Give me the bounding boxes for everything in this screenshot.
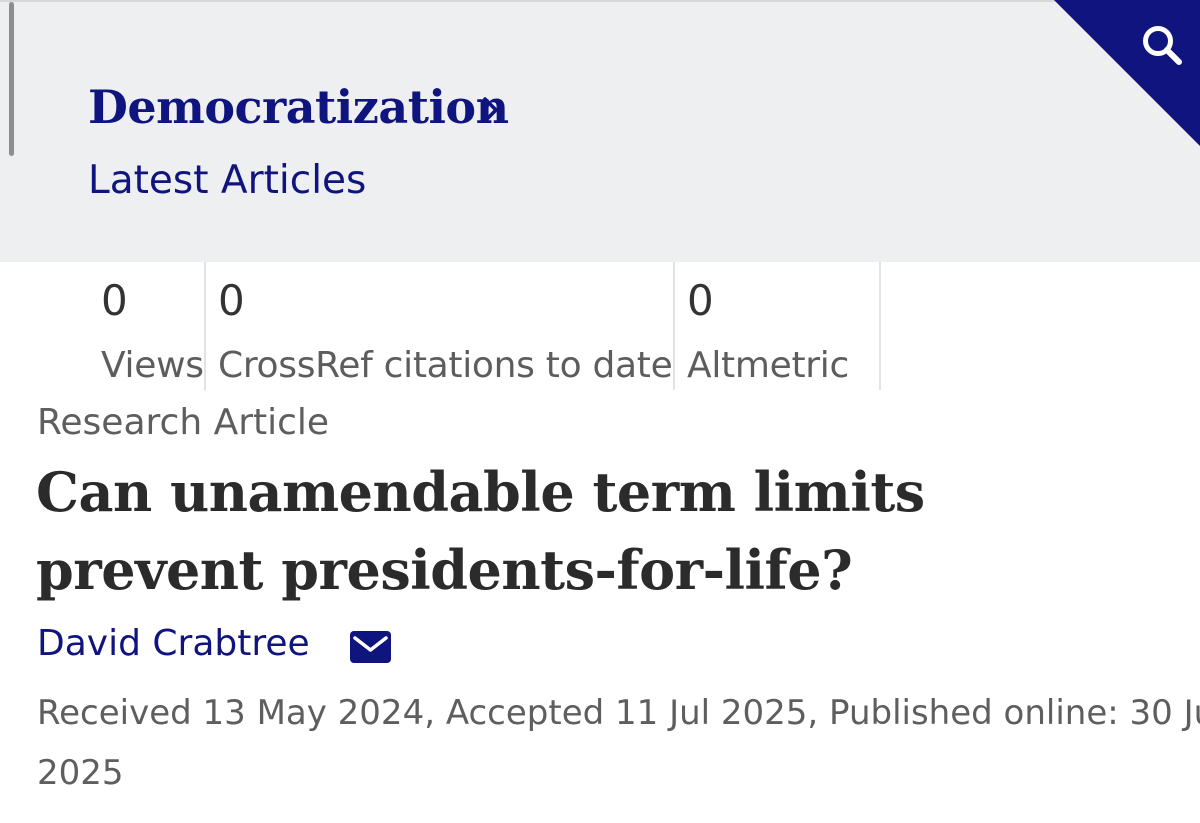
scrollbar-thumb[interactable] (9, 2, 14, 156)
crossref-count: 0 (218, 276, 245, 325)
latest-articles-link[interactable]: Latest Articles (88, 158, 366, 203)
altmetric-label: Altmetric (687, 345, 849, 386)
article-title: Can unamendable term limits prevent pres… (36, 460, 925, 602)
header-top-rule (0, 0, 1200, 2)
article-type: Research Article (37, 402, 330, 443)
journal-title-link[interactable]: Democratization (88, 80, 509, 134)
altmetric-count: 0 (687, 276, 714, 325)
author-link[interactable]: David Crabtree (37, 623, 310, 664)
metric-divider (879, 262, 881, 390)
views-label: Views (101, 345, 204, 386)
metric-crossref-citations[interactable]: 0 CrossRef citations to date (206, 262, 673, 390)
search-button[interactable] (1054, 0, 1200, 146)
history-line-1: Received 13 May 2024, Accepted 11 Jul 20… (37, 693, 1200, 733)
history-line-2: 2025 (37, 753, 124, 793)
metric-views[interactable]: 0 Views (0, 262, 204, 390)
metric-altmetric[interactable]: 0 Altmetric (675, 262, 879, 390)
journal-header: Democratization Latest Articles (0, 0, 1200, 262)
chevron-right-icon (483, 97, 498, 123)
crossref-label: CrossRef citations to date (218, 345, 673, 386)
publication-history: Received 13 May 2024, Accepted 11 Jul 20… (37, 683, 1200, 803)
article-metrics: 0 Views 0 CrossRef citations to date 0 A… (0, 262, 1200, 392)
views-count: 0 (101, 276, 128, 325)
search-button-background (1054, 0, 1200, 146)
mail-icon[interactable] (350, 631, 391, 663)
